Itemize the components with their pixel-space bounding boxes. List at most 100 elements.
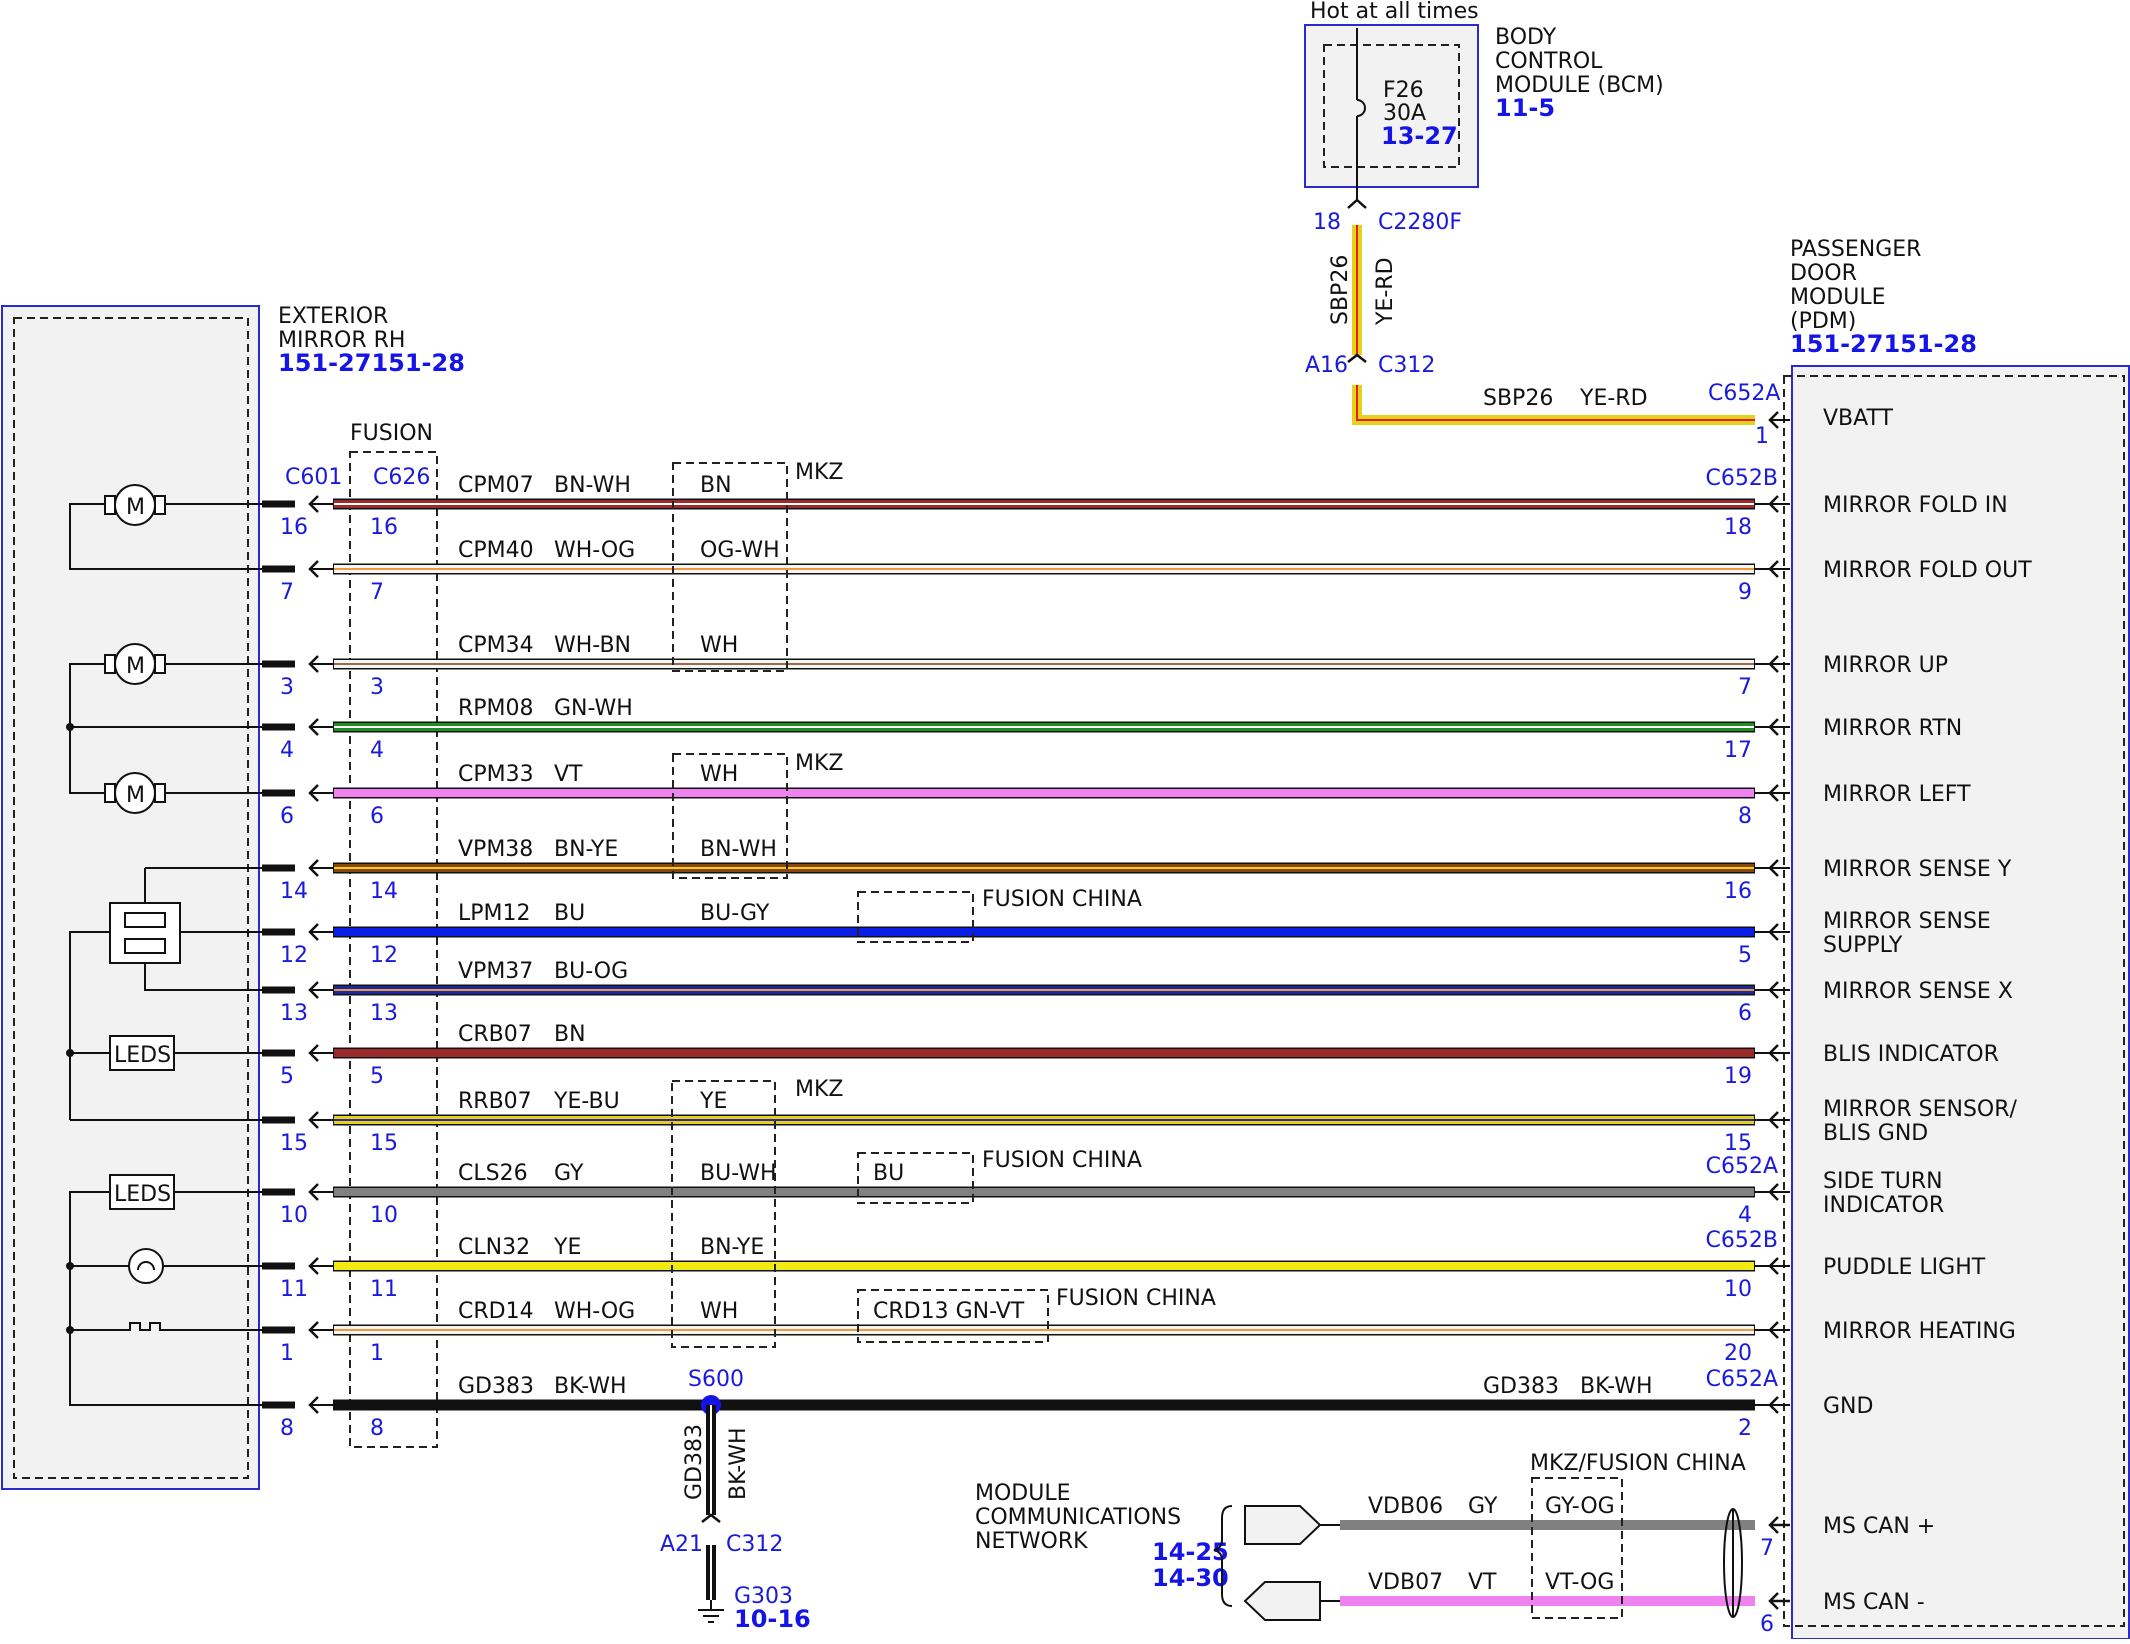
network-title-3: NETWORK	[975, 1529, 1088, 1554]
wire-alt-color: BU-GY	[700, 901, 770, 926]
c601-pin: 4	[280, 738, 294, 763]
pdm-pin: 10	[1724, 1277, 1752, 1302]
bcm-pin: 18	[1313, 210, 1341, 235]
wire-circuit: CPM34	[458, 633, 534, 658]
c601-pin: 7	[280, 580, 294, 605]
c626-pin: 14	[370, 879, 398, 904]
wire-circuit: RPM08	[458, 696, 534, 721]
wire-circuit: CRD14	[458, 1299, 534, 1324]
fusion-china-label-1: FUSION CHINA	[982, 887, 1142, 912]
fusion-connector: C626	[373, 465, 430, 490]
wire-alt-color: WH	[700, 762, 738, 787]
bcm-connector: C2280F	[1378, 210, 1462, 235]
c626-pin: 10	[370, 1203, 398, 1228]
c626-pin: 4	[370, 738, 384, 763]
c601-pin: 13	[280, 1001, 308, 1026]
pdm-connector: C652A	[1706, 1367, 1778, 1392]
feed-color: YE-RD	[1373, 257, 1398, 326]
feed-pdm-color: YE-RD	[1579, 386, 1648, 411]
pdm-function: BLIS INDICATOR	[1823, 1042, 1999, 1067]
pdm-function: PUDDLE LIGHT	[1823, 1255, 1986, 1280]
wire-color: BU	[554, 901, 585, 926]
network-ref-2: 14-30	[1152, 1564, 1229, 1592]
fusion-china-label-3: FUSION CHINA	[1056, 1286, 1216, 1311]
wire-circuit: CRB07	[458, 1022, 532, 1047]
wire-color: WH-BN	[554, 633, 631, 658]
svg-text:LEDS: LEDS	[114, 1043, 171, 1068]
bcm-title-2: CONTROL	[1495, 49, 1603, 74]
pdm-pin: 18	[1724, 515, 1752, 540]
wire-circuit: GD383	[458, 1374, 534, 1399]
splice-label: S600	[688, 1367, 744, 1392]
pdm-function: MIRROR SENSE	[1823, 909, 1991, 934]
pdm-title-3: MODULE	[1790, 285, 1886, 310]
wire-color: BK-WH	[554, 1374, 627, 1399]
mirror-ref: 151-27151-28	[278, 349, 465, 377]
ground-pin: A21	[660, 1532, 703, 1557]
pdm-function: SIDE TURN	[1823, 1169, 1943, 1194]
wire-circuit: CLS26	[458, 1161, 528, 1186]
blis-leds-icon: LEDS	[109, 1035, 175, 1071]
mkz-label-3: MKZ	[795, 1077, 843, 1102]
hot-at-all-times-label: Hot at all times	[1310, 0, 1479, 24]
c626-pin: 11	[370, 1277, 398, 1302]
ground-pdm-color: BK-WH	[1580, 1374, 1653, 1399]
pdm-connector: C652A	[1706, 1154, 1778, 1179]
can-plus-color: GY	[1468, 1494, 1498, 1519]
wire-circuit: CPM40	[458, 538, 534, 563]
c626-pin: 13	[370, 1001, 398, 1026]
wire-circuit: VPM38	[458, 837, 533, 862]
ground-symbol-icon	[698, 1600, 724, 1623]
mkz-label-2: MKZ	[795, 751, 843, 776]
pdm-ref: 151-27151-28	[1790, 330, 1977, 358]
svg-text:LEDS: LEDS	[114, 1182, 171, 1207]
pdm-connector: C652B	[1706, 1228, 1778, 1253]
c601-pin: 3	[280, 675, 294, 700]
feed-pdm-circuit: SBP26	[1483, 386, 1553, 411]
wire-color: WH-OG	[554, 1299, 635, 1324]
svg-text:M: M	[126, 783, 145, 808]
pdm-function: MIRROR FOLD OUT	[1823, 558, 2032, 583]
pdm-function: SUPPLY	[1823, 933, 1903, 958]
puddle-lamp-icon	[128, 1248, 164, 1284]
mirror-box	[1, 305, 260, 1490]
wire-cpm07: CPM07 BN-WH 16 16 18 C652B MIRROR FOLD IN BN	[262, 466, 2008, 540]
pdm-pin: 2	[1738, 1416, 1752, 1441]
can-minus-arrow-icon	[1243, 1581, 1321, 1621]
ground-pdm-circuit: GD383	[1483, 1374, 1559, 1399]
can-option-label: MKZ/FUSION CHINA	[1530, 1451, 1746, 1476]
wire-crb07: CRB07 BN 5 5 19 BLIS INDICATOR	[262, 1022, 1999, 1089]
bcm-fuse-name: F26	[1383, 78, 1424, 103]
c601-pin: 6	[280, 804, 294, 829]
feed-circuit: SBP26	[1328, 255, 1353, 325]
wire-alt2-color: BU	[873, 1161, 904, 1186]
wire-color: WH-OG	[554, 538, 635, 563]
wire-alt-color: WH	[700, 1299, 738, 1324]
wire-alt-color: YE	[699, 1089, 727, 1114]
bcm-pin-arrow-icon	[1347, 198, 1367, 209]
pdm-title-2: DOOR	[1790, 261, 1857, 286]
pdm-function: BLIS GND	[1823, 1121, 1928, 1146]
pdm-function: GND	[1823, 1394, 1873, 1419]
wire-circuit: LPM12	[458, 901, 531, 926]
wire-circuit: CLN32	[458, 1235, 530, 1260]
c601-pin: 1	[280, 1341, 294, 1366]
svg-text:M: M	[126, 654, 145, 679]
c601-pin: 16	[280, 515, 308, 540]
pdm-pin: 16	[1724, 879, 1752, 904]
pdm-function: MIRROR SENSE X	[1823, 979, 2013, 1004]
wire-color: GN-WH	[554, 696, 633, 721]
can-minus-alt: VT-OG	[1545, 1570, 1614, 1595]
wire-circuit: CPM33	[458, 762, 534, 787]
wire-color: VT	[554, 762, 583, 787]
c601-pin: 10	[280, 1203, 308, 1228]
wire-color: BN-YE	[554, 837, 618, 862]
pdm-pin: 8	[1738, 804, 1752, 829]
mkz-label-1: MKZ	[795, 460, 843, 485]
c626-pin: 16	[370, 515, 398, 540]
can-plus-function: MS CAN +	[1823, 1514, 1935, 1539]
wire-color: BU-OG	[554, 959, 628, 984]
c626-pin: 1	[370, 1341, 384, 1366]
mirror-connector: C601	[285, 465, 342, 490]
feed-inline-pin: A16	[1305, 353, 1348, 378]
